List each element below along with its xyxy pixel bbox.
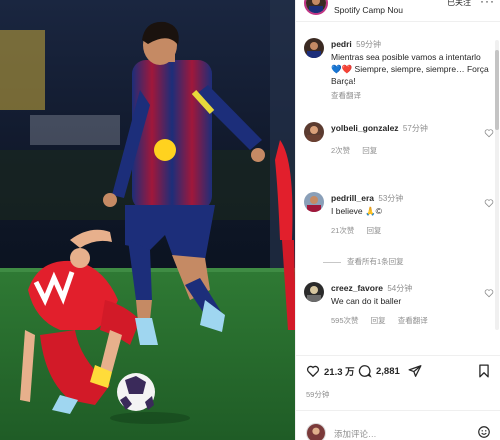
comments-scrollbar[interactable]: [495, 40, 499, 330]
like-comment-icon[interactable]: [484, 288, 494, 298]
author-avatar[interactable]: [304, 38, 324, 58]
comment-count: 2,881: [376, 365, 400, 377]
caption-text: Mientras sea posible vamos a intentarlo …: [331, 52, 489, 86]
comment-likes[interactable]: 595次赞: [331, 316, 359, 325]
author-avatar[interactable]: [304, 0, 328, 15]
comment-likes[interactable]: 2次赞: [331, 146, 350, 155]
reply-button[interactable]: 回复: [371, 316, 386, 325]
post-photo[interactable]: [0, 0, 295, 440]
view-replies-link[interactable]: 查看所有1条回复: [323, 256, 404, 267]
post-date: 59分钟: [306, 390, 330, 399]
comment-icon: [358, 365, 372, 378]
comment-text: I believe 🙏©: [331, 206, 382, 216]
follow-status[interactable]: 已关注: [447, 0, 471, 8]
save-button[interactable]: [478, 364, 490, 378]
emoji-icon[interactable]: [477, 425, 491, 439]
commenter-avatar[interactable]: [304, 192, 324, 212]
comment-time: 54分钟: [387, 284, 413, 293]
location-link[interactable]: Spotify Camp Nou: [334, 5, 403, 15]
send-icon: [408, 365, 422, 377]
translate-link[interactable]: 查看翻译: [398, 316, 428, 325]
add-comment-input[interactable]: 添加评论…: [334, 428, 377, 440]
translate-link[interactable]: 查看翻译: [331, 91, 361, 100]
comment-likes[interactable]: 21次赞: [331, 226, 354, 235]
more-options-icon[interactable]: ···: [480, 0, 495, 8]
like-comment-icon[interactable]: [484, 128, 494, 138]
like-comment-icon[interactable]: [484, 198, 494, 208]
comment-username[interactable]: yolbeli_gonzalez: [331, 123, 399, 133]
like-button[interactable]: 21.3 万: [306, 364, 355, 378]
scrollbar-thumb[interactable]: [495, 50, 499, 130]
post-details-panel: Spotify Camp Nou 已关注 ··· pedri 59分钟 Mien…: [295, 0, 500, 440]
post-header: Spotify Camp Nou 已关注 ···: [296, 0, 500, 22]
caption-time: 59分钟: [356, 40, 382, 49]
action-bar: 21.3 万 2,881 59分钟: [296, 355, 500, 403]
comment-text: We can do it baller: [331, 296, 402, 306]
reply-button[interactable]: 回复: [366, 226, 381, 235]
comment-button[interactable]: 2,881: [358, 364, 400, 378]
share-button[interactable]: [408, 364, 422, 378]
comment-username[interactable]: creez_favore: [331, 283, 383, 293]
comment-time: 57分钟: [402, 124, 428, 133]
heart-icon: [306, 365, 320, 378]
reply-button[interactable]: 回复: [362, 146, 377, 155]
comment-username[interactable]: pedrill_era: [331, 193, 374, 203]
like-count: 21.3 万: [324, 367, 355, 378]
commenter-avatar[interactable]: [304, 122, 324, 142]
bookmark-icon: [479, 364, 489, 378]
caption-username[interactable]: pedri: [331, 39, 352, 49]
comments-list: pedri 59分钟 Mientras sea posible vamos a …: [296, 30, 500, 350]
commenter-avatar[interactable]: [304, 282, 324, 302]
current-user-avatar: [306, 423, 326, 440]
comment-time: 53分钟: [378, 194, 404, 203]
add-comment-bar: 添加评论…: [296, 410, 500, 440]
